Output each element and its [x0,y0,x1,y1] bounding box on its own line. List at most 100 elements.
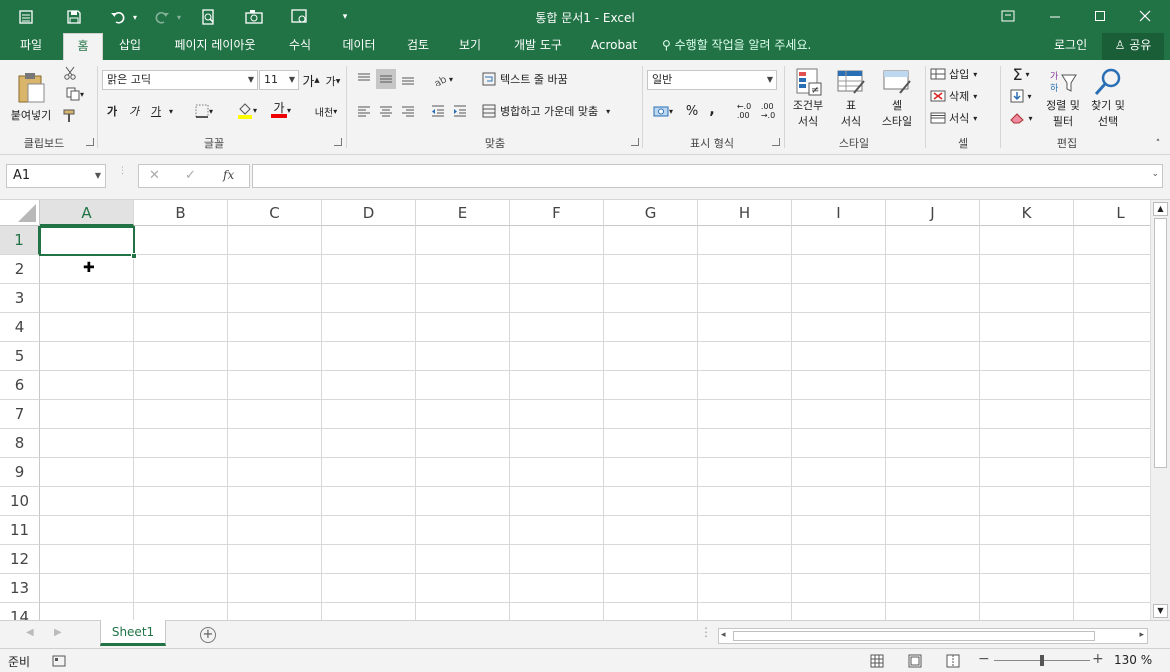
worksheet-grid[interactable]: ABCDEFGHIJKL 1 2 3 4 5 6 7 8 9 10 11 12 13 14 ✚ [0,200,1150,620]
row-header-7[interactable]: 7 [0,400,40,429]
prev-sheet-icon[interactable]: ◀ [26,627,34,638]
column-header-h[interactable]: H [698,200,792,226]
font-name-select[interactable]: 맑은 고딕 ▼ [102,70,258,90]
tab-acrobat[interactable]: Acrobat [586,33,642,60]
column-header-c[interactable]: C [228,200,322,226]
maximize-icon[interactable] [1085,4,1115,28]
tab-insert[interactable]: 삽입 [110,33,150,60]
row-header-11[interactable]: 11 [0,516,40,545]
horizontal-scrollbar[interactable]: ◂ ▸ [718,628,1148,644]
row-header-13[interactable]: 13 [0,574,40,603]
increase-decimal-icon[interactable]: ←.0.00 [734,101,754,121]
row-header-2[interactable]: 2 [0,255,40,284]
column-header-b[interactable]: B [134,200,228,226]
column-header-d[interactable]: D [322,200,416,226]
sort-filter-button[interactable]: 가하 정렬 및 필터 [1040,64,1086,132]
bold-button[interactable]: 가 [104,101,120,121]
font-launcher-icon[interactable] [334,138,342,146]
tab-data[interactable]: 데이터 [334,33,384,60]
scroll-up-icon[interactable]: ▲ [1153,202,1168,216]
zoom-out-icon[interactable]: − [978,651,990,667]
align-top-icon[interactable] [354,69,374,89]
italic-button[interactable]: 가 [126,101,142,121]
row-header-14[interactable]: 14 [0,603,40,620]
number-format-select[interactable]: 일반 ▼ [647,70,777,90]
page-break-view-icon[interactable] [946,654,960,668]
column-header-a[interactable]: A [40,200,134,226]
splitter-handle[interactable]: ⋮ [700,625,712,639]
tab-formulas[interactable]: 수식 [280,33,320,60]
decrease-font-icon[interactable]: 가 ▼ [324,72,342,90]
column-header-k[interactable]: K [980,200,1074,226]
next-sheet-icon[interactable]: ▶ [54,627,62,638]
format-as-table-button[interactable]: 표 서식 [830,64,872,132]
comma-button[interactable]: , [704,100,720,120]
fill-color-button[interactable]: ▾ [232,99,262,121]
autosum-button[interactable]: Σ ▾ [1004,64,1038,84]
active-cell-a1[interactable] [39,226,135,256]
cut-icon[interactable] [60,64,80,82]
scroll-right-icon[interactable]: ▸ [1139,630,1144,640]
format-painter-icon[interactable] [60,107,80,125]
column-header-g[interactable]: G [604,200,698,226]
clear-button[interactable]: ▾ [1004,108,1038,128]
conditional-formatting-button[interactable]: ≠ 조건부 서식 [788,64,828,132]
clipboard-launcher-icon[interactable] [86,138,94,146]
borders-button[interactable]: ▾ [190,101,218,121]
zoom-level[interactable]: 130 % [1114,653,1152,667]
name-box[interactable]: A1 ▼ [6,164,106,188]
row-header-5[interactable]: 5 [0,342,40,371]
enter-icon[interactable]: ✓ [185,168,196,183]
row-header-3[interactable]: 3 [0,284,40,313]
expand-formula-icon[interactable]: ⌄ [1151,169,1159,179]
row-header-10[interactable]: 10 [0,487,40,516]
number-launcher-icon[interactable] [772,138,780,146]
zoom-slider-thumb[interactable] [1040,655,1044,666]
align-bottom-icon[interactable] [398,69,418,89]
copy-icon[interactable]: ▾ [60,85,90,103]
hscroll-thumb[interactable] [733,631,1095,641]
scroll-thumb[interactable] [1154,218,1167,468]
vertical-scrollbar[interactable]: ▲ ▼ [1150,200,1170,620]
fill-handle[interactable] [131,253,137,259]
macro-record-icon[interactable] [52,654,66,668]
row-header-8[interactable]: 8 [0,429,40,458]
insert-cells-button[interactable]: 삽입 ▾ [930,64,994,84]
percent-button[interactable]: % [682,101,702,121]
close-icon[interactable] [1130,4,1160,28]
tab-home[interactable]: 홈 [63,33,103,60]
tab-view[interactable]: 보기 [450,33,490,60]
chevron-down-icon[interactable]: ▾ [166,101,176,121]
format-cells-button[interactable]: 서식 ▾ [930,108,994,128]
row-header-1[interactable]: 1 [0,226,40,255]
tab-review[interactable]: 검토 [398,33,438,60]
minimize-icon[interactable] [1040,4,1070,28]
scroll-down-icon[interactable]: ▼ [1153,604,1168,618]
insert-function-icon[interactable]: fx [223,168,234,182]
zoom-in-icon[interactable]: + [1092,651,1104,667]
align-middle-icon[interactable] [376,69,396,89]
increase-font-icon[interactable]: 가 ▲ [302,70,320,90]
tab-file[interactable]: 파일 [6,33,56,60]
row-header-6[interactable]: 6 [0,371,40,400]
align-left-icon[interactable] [354,101,374,121]
align-center-icon[interactable] [376,101,396,121]
cell-styles-button[interactable]: 셀 스타일 [872,64,922,132]
alignment-launcher-icon[interactable] [631,138,639,146]
formula-input[interactable]: ⌄ [252,164,1163,188]
phonetic-button[interactable]: 내천 ▾ [308,100,344,122]
orientation-icon[interactable]: ab ▾ [428,69,458,89]
merge-center-button[interactable]: 병합하고 가운데 맞춤 ▾ [482,101,638,121]
fill-button[interactable]: ▾ [1004,86,1038,106]
decrease-indent-icon[interactable] [428,101,448,121]
find-select-button[interactable]: 찾기 및 선택 [1086,64,1130,132]
tab-page-layout[interactable]: 페이지 레이아웃 [162,33,268,60]
tab-developer[interactable]: 개발 도구 [504,33,572,60]
select-all-button[interactable] [0,200,40,226]
row-header-9[interactable]: 9 [0,458,40,487]
row-header-4[interactable]: 4 [0,313,40,342]
collapse-ribbon-icon[interactable]: ˄ [1152,138,1164,150]
font-size-select[interactable]: 11 ▼ [259,70,299,90]
increase-indent-icon[interactable] [450,101,470,121]
column-header-j[interactable]: J [886,200,980,226]
